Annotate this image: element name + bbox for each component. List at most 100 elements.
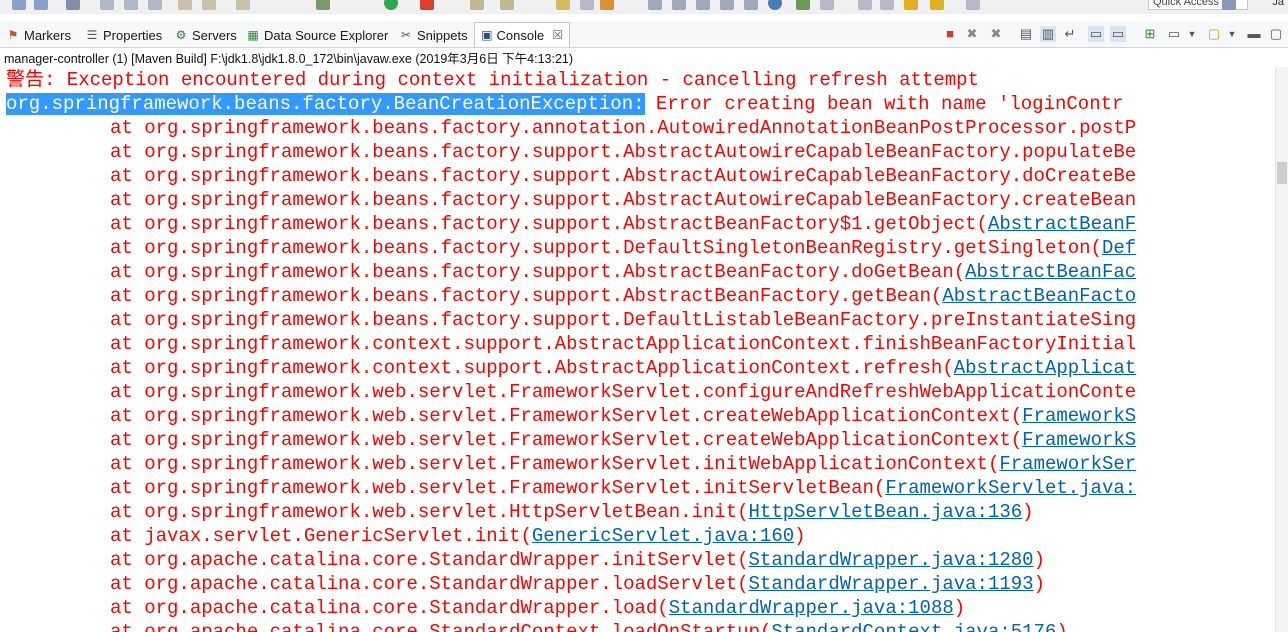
source-link[interactable]: FrameworkS <box>1022 405 1136 427</box>
scrollbar-thumb[interactable] <box>1277 162 1287 184</box>
clear-console-icon[interactable]: ▤ <box>1018 26 1034 42</box>
closing-paren: ) <box>1022 501 1034 523</box>
closing-paren: ) <box>1033 549 1045 571</box>
tab-markers[interactable]: ⚑ Markers <box>6 23 71 47</box>
word-wrap-icon[interactable]: ↵ <box>1062 26 1078 42</box>
source-link[interactable]: FrameworkServlet.java: <box>885 477 1136 499</box>
toolbar-icon[interactable] <box>696 0 710 10</box>
tab-label: Markers <box>24 27 71 43</box>
source-link[interactable]: StandardWrapper.java:1280 <box>749 549 1034 571</box>
stack-trace-line: at org.springframework.beans.factory.sup… <box>110 212 1136 236</box>
stack-trace-line: at org.springframework.beans.factory.sup… <box>110 260 1136 284</box>
tab-label: Snippets <box>417 27 468 43</box>
source-link[interactable]: HttpServletBean.java:136 <box>749 501 1023 523</box>
remove-all-terminated-icon[interactable]: ✖ <box>988 26 1004 42</box>
source-link[interactable]: StandardWrapper.java:1193 <box>749 573 1034 595</box>
terminate-icon[interactable]: ■ <box>942 26 958 42</box>
source-link[interactable]: AbstractBeanFac <box>965 261 1136 283</box>
toolbar-icon[interactable] <box>470 0 484 10</box>
toolbar-icon[interactable] <box>880 0 894 10</box>
chevron-down-icon[interactable]: ▼ <box>1184 26 1200 42</box>
stack-trace-line: at org.springframework.beans.factory.sup… <box>110 164 1136 188</box>
exception-message: Error creating bean with name 'loginCont… <box>644 93 1124 115</box>
stack-frame-text: at org.springframework.beans.factory.sup… <box>110 141 1137 163</box>
toolbar-icon[interactable] <box>744 0 758 10</box>
stack-frame-text: at org.apache.catalina.core.StandardWrap… <box>110 549 749 571</box>
stack-frame-text: at org.springframework.context.support.A… <box>110 357 954 379</box>
stack-trace-line: at org.springframework.beans.factory.sup… <box>110 308 1136 332</box>
stack-frame-text: at org.springframework.web.servlet.Frame… <box>110 429 1023 451</box>
tab-servers[interactable]: ⚙ Servers <box>174 23 237 47</box>
open-folder-icon[interactable] <box>556 0 570 10</box>
source-link[interactable]: AbstractBeanFacto <box>942 285 1136 307</box>
display-selected-console-icon[interactable]: ▭ <box>1166 26 1182 42</box>
toolbar-icon[interactable] <box>500 0 514 10</box>
save-all-icon[interactable] <box>34 0 48 10</box>
toolbar-icon[interactable] <box>202 0 216 10</box>
stack-trace-line: at org.apache.catalina.core.StandardWrap… <box>110 548 1045 572</box>
toolbar-icon[interactable] <box>178 0 192 10</box>
console-output[interactable]: 警告: Exception encountered during context… <box>0 67 1276 632</box>
source-link[interactable]: FrameworkS <box>1022 429 1136 451</box>
run-icon[interactable] <box>384 0 398 10</box>
scroll-lock-icon[interactable]: ▥ <box>1040 26 1056 42</box>
toolbar-icon[interactable] <box>768 0 782 10</box>
open-perspective-icon[interactable] <box>1222 0 1236 10</box>
tab-label: Console <box>496 27 545 43</box>
toolbar-icon[interactable] <box>820 0 834 10</box>
stack-frame-text: at org.springframework.web.servlet.HttpS… <box>110 501 749 523</box>
source-link[interactable]: AbstractBeanF <box>988 213 1136 235</box>
source-link[interactable]: StandardWrapper.java:1088 <box>669 597 954 619</box>
stack-trace-line: at javax.servlet.GenericServlet.init(Gen… <box>110 524 806 548</box>
stack-trace-line: at org.apache.catalina.core.StandardWrap… <box>110 572 1045 596</box>
warning-line: 警告: Exception encountered during context… <box>6 69 979 91</box>
stack-frame-text: at org.springframework.beans.factory.sup… <box>110 285 943 307</box>
toolbar-icon[interactable] <box>796 0 810 10</box>
stack-frame-text: at org.apache.catalina.core.StandardWrap… <box>110 573 749 595</box>
toolbar-icon[interactable] <box>148 0 162 10</box>
minimize-icon[interactable]: ▬ <box>1246 26 1262 42</box>
pin-console-icon[interactable]: ⊞ <box>1142 26 1158 42</box>
vertical-scrollbar[interactable] <box>1275 67 1288 632</box>
chevron-down-icon[interactable]: ▼ <box>1224 26 1240 42</box>
toolbar-icon[interactable] <box>580 0 594 10</box>
open-console-icon[interactable]: ▢ <box>1206 26 1222 42</box>
snippets-icon: ✂ <box>400 28 412 42</box>
source-link[interactable]: AbstractApplicat <box>954 357 1136 379</box>
stack-frame-text: at org.springframework.beans.factory.sup… <box>110 213 988 235</box>
source-link[interactable]: GenericServlet.java:160 <box>532 525 794 547</box>
stack-trace-line: at org.springframework.beans.factory.sup… <box>110 236 1136 260</box>
show-on-stdout-icon[interactable]: ▭ <box>1088 26 1104 42</box>
stack-trace-line: at org.springframework.context.support.A… <box>110 332 1136 356</box>
source-link[interactable]: FrameworkSer <box>999 453 1136 475</box>
toolbar-icon[interactable] <box>858 0 872 10</box>
debug-icon[interactable] <box>316 0 330 10</box>
toolbar-icon[interactable] <box>124 0 138 10</box>
toolbar-icon[interactable] <box>672 0 686 10</box>
tab-properties[interactable]: ☰ Properties <box>85 23 163 47</box>
close-icon[interactable]: ☒ <box>552 28 563 42</box>
toolbar-icon[interactable] <box>966 0 980 10</box>
save-icon[interactable] <box>12 0 26 10</box>
source-link[interactable]: StandardContext.java:5176 <box>771 621 1056 632</box>
toolbar-icon[interactable] <box>600 0 614 10</box>
stack-frame-text: at org.springframework.web.servlet.Frame… <box>110 477 886 499</box>
toolbar-icon[interactable] <box>236 0 250 10</box>
perspective-label[interactable]: Ja <box>1272 0 1284 8</box>
toolbar-icon[interactable] <box>720 0 734 10</box>
tab-data-source-explorer[interactable]: ▦ Data Source Explorer <box>246 23 388 47</box>
toolbar-icon[interactable] <box>100 0 114 10</box>
selected-exception-class[interactable]: org.springframework.beans.factory.BeanCr… <box>6 93 645 115</box>
maximize-icon[interactable]: ▢ <box>1268 26 1284 42</box>
source-link[interactable]: Def <box>1102 237 1136 259</box>
remove-launch-icon[interactable]: ✖ <box>964 26 980 42</box>
forward-icon[interactable] <box>930 0 944 10</box>
print-icon[interactable] <box>66 0 80 10</box>
external-tools-icon[interactable] <box>420 0 434 10</box>
tab-console[interactable]: ▣ Console ☒ <box>474 22 570 47</box>
toolbar-icon[interactable] <box>648 0 662 10</box>
tab-snippets[interactable]: ✂ Snippets <box>399 23 468 47</box>
console-icon: ▣ <box>481 28 493 42</box>
back-icon[interactable] <box>904 0 918 10</box>
show-on-stderr-icon[interactable]: ▭ <box>1110 26 1126 42</box>
